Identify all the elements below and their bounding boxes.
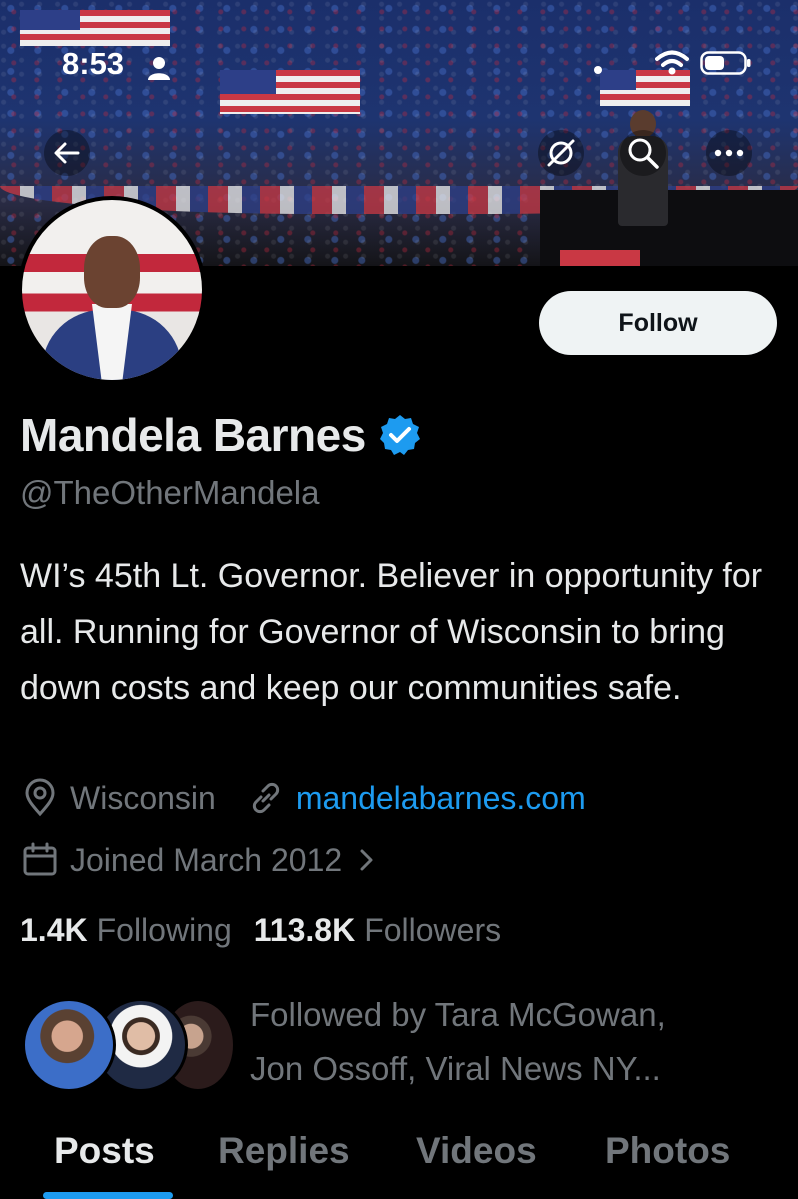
profile-bio: WI’s 45th Lt. Governor. Believer in oppo… — [20, 557, 763, 707]
follow-button[interactable]: Follow — [539, 291, 777, 355]
followers-label: Followers — [364, 912, 502, 948]
active-tab-indicator — [43, 1192, 173, 1199]
back-arrow-icon — [54, 142, 80, 164]
followed-by-line: Jon Ossoff, Viral News NY... — [250, 1050, 661, 1087]
eye-off-icon — [547, 139, 575, 167]
following-count-link[interactable]: 1.4K Following — [20, 912, 232, 949]
link-icon — [252, 782, 279, 814]
status-time: 8:53 — [62, 46, 125, 81]
tab-videos[interactable]: Videos — [416, 1130, 537, 1172]
profile-meta-row: Wisconsin mandelabarnes.com — [20, 778, 586, 818]
more-icon — [714, 149, 744, 157]
banner-stage-accent — [560, 250, 640, 266]
search-icon — [628, 138, 659, 169]
tab-replies[interactable]: Replies — [218, 1130, 350, 1172]
tab-photos[interactable]: Photos — [605, 1130, 730, 1172]
notification-dot-icon — [594, 66, 602, 74]
profile-joined-row[interactable]: Joined March 2012 — [20, 840, 378, 880]
followed-by-avatars[interactable] — [22, 998, 236, 1092]
search-button[interactable] — [620, 130, 666, 176]
banner-flag — [220, 70, 360, 114]
followed-by-line: Followed by Tara McGowan, — [250, 996, 666, 1033]
following-count: 1.4K — [20, 912, 88, 948]
profile-website-link[interactable]: mandelabarnes.com — [296, 780, 586, 817]
profile-name-row: Mandela Barnes — [20, 404, 422, 466]
tab-posts[interactable]: Posts — [54, 1130, 155, 1172]
profile-joined: Joined March 2012 — [70, 841, 343, 878]
profile-counts: 1.4K Following 113.8K Followers — [20, 912, 523, 949]
location-pin-icon — [25, 778, 55, 817]
follower-avatar — [22, 998, 116, 1092]
profile-location: Wisconsin — [70, 779, 216, 816]
hide-button[interactable] — [538, 130, 584, 176]
person-icon — [148, 57, 170, 80]
more-button[interactable] — [706, 130, 752, 176]
battery-icon — [700, 51, 751, 75]
verified-badge-icon[interactable] — [378, 413, 422, 457]
following-label: Following — [96, 912, 232, 948]
calendar-icon — [23, 842, 57, 876]
back-button[interactable] — [44, 130, 90, 176]
profile-tabs: Posts Replies Videos Photos — [0, 1120, 798, 1199]
followers-count: 113.8K — [253, 912, 356, 948]
banner-flag — [20, 10, 170, 46]
profile-handle: @TheOtherMandela — [20, 474, 320, 511]
profile-avatar[interactable] — [18, 196, 206, 384]
wifi-icon — [655, 50, 689, 75]
followed-by-text[interactable]: Followed by Tara McGowan, Jon Ossoff, Vi… — [250, 988, 770, 1096]
followers-count-link[interactable]: 113.8K Followers — [254, 912, 501, 949]
chevron-right-icon — [360, 849, 373, 871]
profile-name: Mandela Barnes — [20, 409, 366, 461]
